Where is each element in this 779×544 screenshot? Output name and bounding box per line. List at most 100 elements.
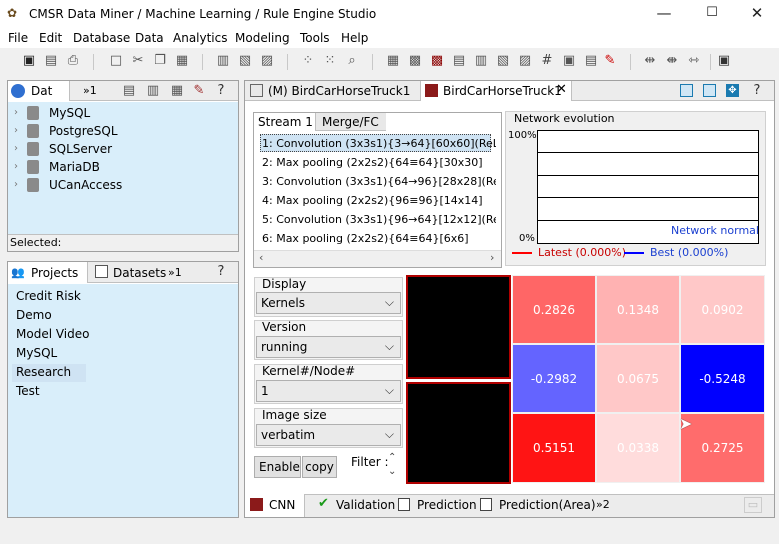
db-tool-2-icon[interactable]: ▥: [144, 82, 162, 100]
tree-item-postgresql[interactable]: PostgreSQL: [49, 122, 118, 140]
maximize-button[interactable]: ☐: [689, 0, 735, 28]
close-button[interactable]: ✕: [734, 0, 779, 28]
image-size-select[interactable]: verbatim ⌵: [256, 424, 401, 446]
menu-edit[interactable]: Edit: [39, 30, 62, 46]
rules-icon[interactable]: ▧: [494, 52, 512, 70]
tab-datasets[interactable]: Datasets: [113, 265, 166, 281]
new-icon[interactable]: □: [107, 52, 125, 70]
help-icon[interactable]: ?: [748, 82, 766, 100]
db-tool-1-icon[interactable]: ▤: [120, 82, 138, 100]
layer-item[interactable]: 3: Convolution (3x3s1){64→96}[28x28](ReL…: [262, 172, 496, 191]
help-icon[interactable]: ?: [212, 263, 230, 281]
neural-net-icon[interactable]: ▩: [428, 52, 446, 70]
layer-item[interactable]: 2: Max pooling (2x2s2){64≡64}[30x30]: [262, 153, 496, 172]
menu-help[interactable]: Help: [341, 30, 368, 46]
split-horizontal-icon[interactable]: ⇹: [641, 52, 659, 70]
split-vertical-icon[interactable]: ⇼: [663, 52, 681, 70]
list-item[interactable]: MySQL: [16, 344, 57, 363]
scroll-right-icon[interactable]: ›: [490, 251, 494, 264]
chevron-right-icon[interactable]: ›: [14, 143, 18, 154]
table-icon[interactable]: [95, 265, 108, 278]
model-icon[interactable]: ▦: [384, 52, 402, 70]
paste-icon[interactable]: ▦: [173, 52, 191, 70]
layer-item[interactable]: 5: Convolution (3x3s1){96→64}[12x12](ReL…: [262, 210, 496, 229]
layer-item[interactable]: 6: Max pooling (2x2s2){64≡64}[6x6]: [262, 229, 496, 248]
chevron-right-icon[interactable]: ›: [14, 107, 18, 118]
layer-item[interactable]: 1: Convolution (3x3s1){3→64}[60x60](ReLU…: [262, 134, 496, 153]
presentation-icon[interactable]: ▣: [715, 52, 733, 70]
tab-overflow[interactable]: »1: [168, 265, 182, 281]
expand-icon[interactable]: ✥: [726, 84, 739, 97]
tree-item-mariadb[interactable]: MariaDB: [49, 158, 100, 176]
minimize-button[interactable]: —: [641, 0, 687, 28]
chart-icon[interactable]: ▥: [472, 52, 490, 70]
menu-file[interactable]: File: [8, 30, 28, 46]
layer-item[interactable]: 4: Max pooling (2x2s2){96≡96}[14x14]: [262, 191, 496, 210]
tree-item-ucanaccess[interactable]: UCanAccess: [49, 176, 122, 194]
db-edit-icon[interactable]: ✎: [190, 82, 208, 100]
chevron-down-icon: ⌵: [384, 295, 394, 309]
tree-item-sqlserver[interactable]: SQLServer: [49, 140, 112, 158]
save-all-icon[interactable]: ▤: [42, 52, 60, 70]
tab-validation[interactable]: Validation: [336, 497, 395, 513]
close-tab-icon[interactable]: ✕: [556, 82, 567, 97]
kernel-image-2[interactable]: [406, 382, 511, 484]
help-icon[interactable]: ?: [212, 82, 230, 100]
search-icon[interactable]: ⌕: [343, 52, 361, 70]
tab-overflow[interactable]: »2: [596, 497, 610, 513]
tab-prediction-area[interactable]: Prediction(Area): [499, 497, 596, 513]
grid-icon[interactable]: #: [538, 52, 556, 70]
enable-button[interactable]: Enable s: [254, 456, 301, 478]
menu-data[interactable]: Data: [135, 30, 164, 46]
merge-icon[interactable]: ⇿: [685, 52, 703, 70]
tree-item-mysql[interactable]: MySQL: [49, 104, 90, 122]
horizontal-scrollbar[interactable]: [254, 250, 501, 267]
export-icon[interactable]: ▭: [744, 497, 762, 513]
copy-button[interactable]: copy: [302, 456, 337, 478]
prediction-icon: [398, 498, 410, 511]
dataset-icon[interactable]: ▥: [214, 52, 232, 70]
tab-prediction[interactable]: Prediction: [417, 497, 477, 513]
kernel-select[interactable]: 1 ⌵: [256, 380, 401, 402]
network-icon[interactable]: ▩: [406, 52, 424, 70]
report-icon[interactable]: ▤: [450, 52, 468, 70]
scroll-left-icon[interactable]: ‹: [259, 251, 263, 264]
copy-icon[interactable]: ❐: [151, 52, 169, 70]
list-item[interactable]: Test: [16, 382, 40, 401]
menu-modeling[interactable]: Modeling: [235, 30, 290, 46]
chevron-right-icon[interactable]: ›: [14, 161, 18, 172]
menu-tools[interactable]: Tools: [300, 30, 330, 46]
version-select[interactable]: running ⌵: [256, 336, 401, 358]
database-icon: [27, 160, 39, 174]
query-icon[interactable]: ▧: [236, 52, 254, 70]
list-item[interactable]: Model Video: [16, 325, 89, 344]
tab-database-label: Dat: [31, 84, 53, 98]
display-select[interactable]: Kernels ⌵: [256, 292, 401, 314]
editor-tab-model[interactable]: (M) BirdCarHorseTruck1: [268, 83, 410, 99]
db-tool-3-icon[interactable]: ▦: [168, 82, 186, 100]
filter-up-icon[interactable]: ⌃: [388, 452, 396, 463]
layout-1-icon[interactable]: [680, 84, 693, 97]
filter-down-icon[interactable]: ⌄: [388, 466, 396, 477]
menu-database[interactable]: Database: [73, 30, 130, 46]
chevron-right-icon[interactable]: ›: [14, 125, 18, 136]
save-icon[interactable]: ▣: [20, 52, 38, 70]
menu-analytics[interactable]: Analytics: [173, 30, 228, 46]
kernel-image-1[interactable]: [406, 275, 511, 379]
layout-2-icon[interactable]: [703, 84, 716, 97]
image-size-label: Image size: [262, 408, 327, 422]
scatter-icon[interactable]: ⁙: [321, 52, 339, 70]
chevron-right-icon[interactable]: ›: [14, 179, 18, 190]
edit-document-icon[interactable]: ✎: [601, 52, 619, 70]
calculator-icon[interactable]: ▣: [560, 52, 578, 70]
list-item[interactable]: Credit Risk: [16, 287, 81, 306]
print-icon[interactable]: ⎙: [64, 52, 82, 70]
select-icon[interactable]: ⁘: [299, 52, 317, 70]
document-icon[interactable]: ▤: [582, 52, 600, 70]
list-item-selected[interactable]: Research: [16, 363, 71, 382]
cut-icon[interactable]: ✂: [129, 52, 147, 70]
table-icon[interactable]: ▨: [258, 52, 276, 70]
tab-overflow[interactable]: »1: [83, 83, 97, 99]
list-item[interactable]: Demo: [16, 306, 52, 325]
tree-icon[interactable]: ▨: [516, 52, 534, 70]
